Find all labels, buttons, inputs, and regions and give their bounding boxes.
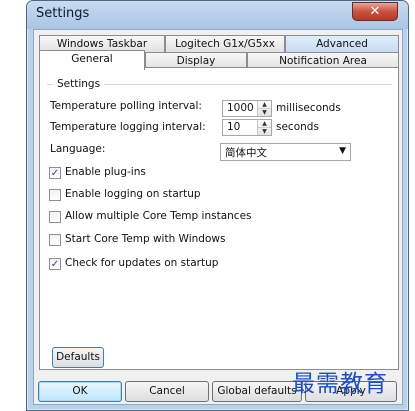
start-with-windows-label[interactable]: Start Core Temp with Windows [65, 233, 225, 245]
tab-logitech[interactable]: Logitech G1x/G5xx [165, 35, 285, 52]
multiple-instances-checkbox[interactable] [49, 211, 61, 223]
ok-button[interactable]: OK [38, 381, 122, 402]
logging-interval-label: Temperature logging interval: [50, 121, 206, 133]
defaults-button[interactable]: Defaults [52, 347, 104, 368]
tab-general[interactable]: General [39, 50, 145, 70]
spin-up-icon[interactable]: ▲ [258, 120, 271, 127]
enable-logging-checkbox[interactable] [49, 189, 61, 201]
polling-interval-label: Temperature polling interval: [50, 100, 202, 112]
close-button[interactable]: ✕ [352, 2, 398, 21]
language-value: 简体中文 [225, 147, 267, 159]
multiple-instances-label[interactable]: Allow multiple Core Temp instances [65, 210, 252, 222]
enable-plugins-checkbox[interactable]: ✓ [49, 167, 61, 179]
logging-interval-unit: seconds [276, 121, 319, 133]
language-select[interactable]: 简体中文 ▼ [220, 143, 351, 161]
enable-plugins-label[interactable]: Enable plug-ins [65, 166, 146, 178]
polling-interval-spinner[interactable]: 1000 ▲ ▼ [222, 100, 272, 117]
spin-down-icon[interactable]: ▼ [258, 127, 271, 135]
global-defaults-button[interactable]: Global defaults [212, 381, 302, 402]
polling-interval-value[interactable]: 1000 [227, 102, 254, 114]
polling-interval-unit: milliseconds [276, 102, 341, 114]
start-with-windows-checkbox[interactable] [49, 234, 61, 246]
tab-advanced[interactable]: Advanced [285, 35, 399, 52]
window-title: Settings [36, 6, 90, 21]
chevron-down-icon: ▼ [339, 146, 346, 156]
group-label: Settings [53, 78, 105, 90]
close-icon: ✕ [369, 4, 381, 19]
spin-down-icon[interactable]: ▼ [258, 108, 271, 116]
language-label: Language: [50, 143, 106, 155]
logging-interval-value[interactable]: 10 [227, 121, 240, 133]
logging-interval-spinner[interactable]: 10 ▲ ▼ [222, 119, 272, 136]
cancel-button[interactable]: Cancel [125, 381, 209, 402]
spin-up-icon[interactable]: ▲ [258, 101, 271, 108]
enable-logging-label[interactable]: Enable logging on startup [65, 188, 201, 200]
check-updates-label[interactable]: Check for updates on startup [65, 257, 218, 269]
check-updates-checkbox[interactable]: ✓ [49, 258, 61, 270]
watermark: 最需教育 [292, 371, 388, 397]
